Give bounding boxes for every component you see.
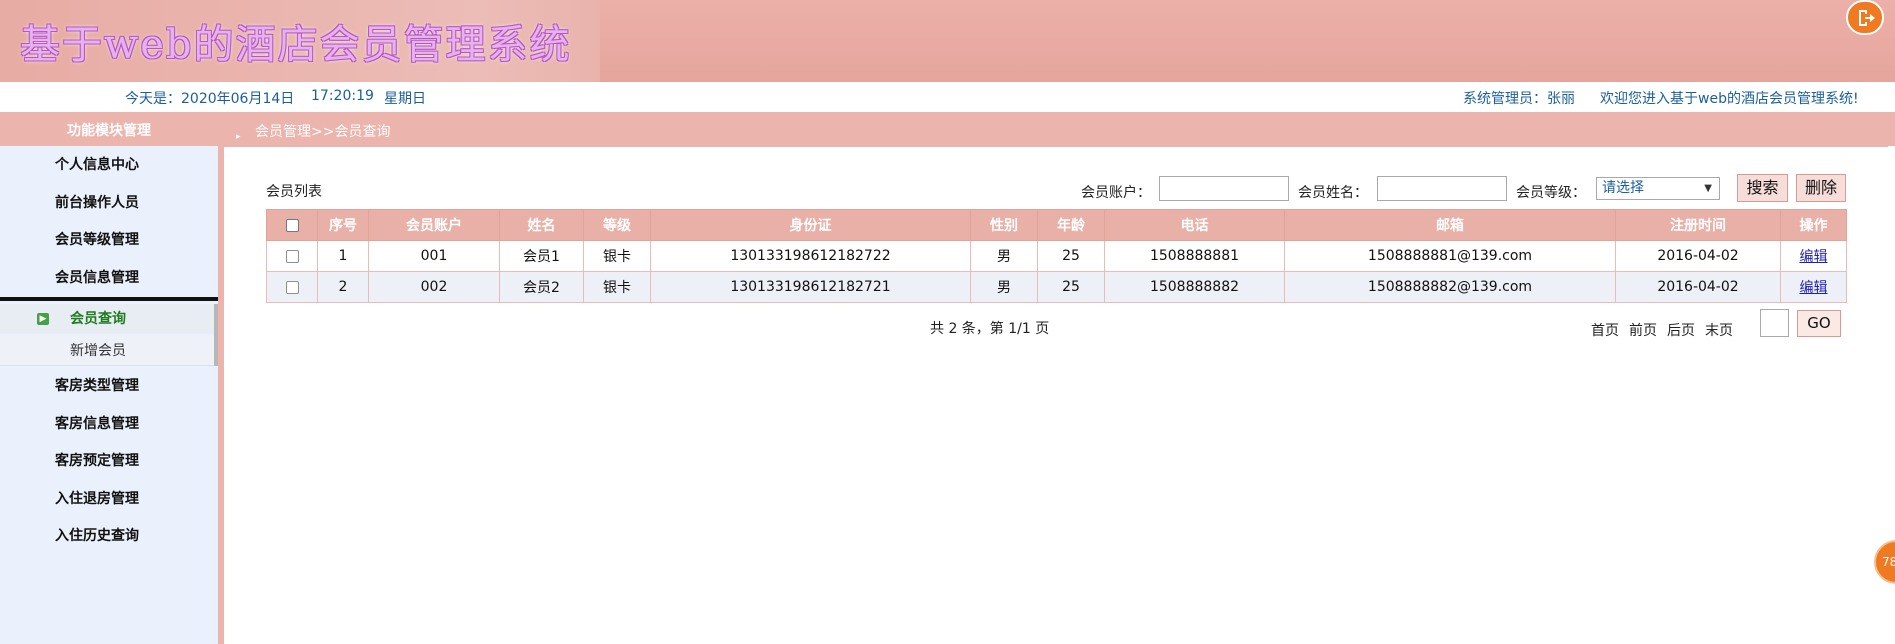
page-number-input[interactable] [1760, 309, 1789, 337]
sidebar-item-checkin-checkout[interactable]: 入住退房管理 [0, 481, 218, 517]
sidebar-item-front-desk-staff[interactable]: 前台操作人员 [0, 185, 218, 221]
current-time: 17:20:19 [311, 88, 374, 104]
cell-age: 25 [1037, 271, 1105, 303]
sidebar-separator [0, 297, 218, 301]
sidebar-subitem-add-member[interactable]: 新增会员 [0, 336, 218, 366]
sidebar-item-personal-info[interactable]: 个人信息中心 [0, 147, 218, 183]
edit-link[interactable]: 编辑 [1800, 249, 1828, 265]
cell-phone: 1508888881 [1104, 240, 1285, 272]
cell-action: 编辑 [1780, 240, 1847, 272]
column-header: 邮箱 [1284, 209, 1616, 241]
sidebar-scrollbar[interactable] [214, 304, 218, 366]
breadcrumb: 会员管理>>会员查询 [255, 124, 391, 140]
cell-reg-date: 2016-04-02 [1615, 271, 1781, 303]
column-header: 序号 [317, 209, 369, 241]
select-all-cell [266, 209, 318, 241]
sidebar-item-stay-history[interactable]: 入住历史查询 [0, 518, 218, 554]
member-table: 序号 会员账户 姓名 等级 身份证 性别 年龄 电话 邮箱 注册时间 操作 1 … [266, 209, 1847, 303]
list-title: 会员列表 [266, 184, 322, 200]
account-search-input[interactable] [1159, 176, 1289, 201]
sidebar-item-room-booking[interactable]: 客房预定管理 [0, 443, 218, 479]
header-banner: 基于web的酒店会员管理系统 [0, 0, 1895, 82]
admin-name: 系统管理员：张丽 [1463, 91, 1575, 107]
sidebar-item-room-types[interactable]: 客房类型管理 [0, 368, 218, 404]
module-title: 功能模块管理 [67, 123, 151, 139]
sidebar-item-member-info[interactable]: 会员信息管理 [0, 260, 218, 296]
level-label: 会员等级： [1516, 185, 1586, 201]
column-header: 年龄 [1037, 209, 1105, 241]
cell-age: 25 [1037, 240, 1105, 272]
column-header: 姓名 [499, 209, 584, 241]
delete-button[interactable]: 删除 [1796, 174, 1846, 202]
cell-level: 银卡 [583, 240, 651, 272]
cell-email: 1508888882@139.com [1284, 271, 1616, 303]
cell-email: 1508888881@139.com [1284, 240, 1616, 272]
sidebar-item-room-info[interactable]: 客房信息管理 [0, 406, 218, 442]
cell-account: 001 [368, 240, 500, 272]
info-bar: 今天是：2020年06月14日 17:20:19 星期日 系统管理员：张丽 欢迎… [0, 82, 1895, 112]
cell-no: 1 [317, 240, 369, 272]
pager-info: 共 2 条，第 1/1 页 [930, 321, 1050, 337]
row-select-cell [266, 271, 318, 303]
cell-gender: 男 [970, 271, 1038, 303]
cell-phone: 1508888882 [1104, 271, 1285, 303]
search-button[interactable]: 搜索 [1737, 174, 1788, 202]
cell-reg-date: 2016-04-02 [1615, 240, 1781, 272]
sidebar-item-member-levels[interactable]: 会员等级管理 [0, 222, 218, 258]
name-search-input[interactable] [1377, 176, 1507, 201]
row-select-cell [266, 240, 318, 272]
cell-account: 002 [368, 271, 500, 303]
level-select-value: 请选择 [1602, 180, 1644, 196]
chevron-down-icon: ▼ [1704, 183, 1712, 194]
pager-prev-link[interactable]: 前页 [1629, 320, 1657, 340]
current-date: 今天是：2020年06月14日 [125, 91, 295, 107]
pager-first-link[interactable]: 首页 [1591, 320, 1619, 340]
column-header: 会员账户 [368, 209, 500, 241]
cell-id-card: 130133198612182721 [650, 271, 971, 303]
column-header: 等级 [583, 209, 651, 241]
cell-gender: 男 [970, 240, 1038, 272]
current-weekday: 星期日 [384, 91, 426, 107]
row-checkbox[interactable] [285, 280, 299, 294]
column-header: 操作 [1780, 209, 1847, 241]
column-header: 注册时间 [1615, 209, 1781, 241]
account-label: 会员账户： [1081, 185, 1151, 201]
pager-last-link[interactable]: 末页 [1705, 320, 1733, 340]
sidebar-subitem-label: 会员查询 [70, 311, 126, 327]
select-all-checkbox[interactable] [285, 218, 299, 232]
arrow-bullet-icon: ▶ [37, 313, 49, 325]
row-checkbox[interactable] [285, 249, 299, 263]
cell-no: 2 [317, 271, 369, 303]
welcome-message: 欢迎您进入基于web的酒店会员管理系统! [1600, 91, 1859, 107]
title-strip: 功能模块管理 ▸ 会员管理>>会员查询 [0, 112, 1895, 146]
logout-icon[interactable] [1846, 0, 1884, 35]
cell-name: 会员2 [499, 271, 584, 303]
app-title: 基于web的酒店会员管理系统 [20, 22, 572, 68]
name-label: 会员姓名： [1298, 185, 1368, 201]
breadcrumb-arrow-icon: ▸ [236, 132, 241, 142]
column-header: 电话 [1104, 209, 1285, 241]
cell-name: 会员1 [499, 240, 584, 272]
edit-link[interactable]: 编辑 [1800, 280, 1828, 296]
cell-id-card: 130133198612182722 [650, 240, 971, 272]
go-button[interactable]: GO [1797, 310, 1841, 337]
column-header: 性别 [970, 209, 1038, 241]
table-row: 2 002 会员2 银卡 130133198612182721 男 25 150… [266, 271, 1847, 303]
logo-area: 基于web的酒店会员管理系统 [0, 0, 600, 82]
column-header: 身份证 [650, 209, 971, 241]
table-row: 1 001 会员1 银卡 130133198612182722 男 25 150… [266, 240, 1847, 272]
pager-next-link[interactable]: 后页 [1667, 320, 1695, 340]
sidebar-subitem-member-query[interactable]: ▶ 会员查询 [0, 304, 218, 334]
table-header-row: 序号 会员账户 姓名 等级 身份证 性别 年龄 电话 邮箱 注册时间 操作 [266, 209, 1847, 241]
level-select[interactable]: 请选择 ▼ [1596, 177, 1720, 200]
cell-action: 编辑 [1780, 271, 1847, 303]
cell-level: 银卡 [583, 271, 651, 303]
